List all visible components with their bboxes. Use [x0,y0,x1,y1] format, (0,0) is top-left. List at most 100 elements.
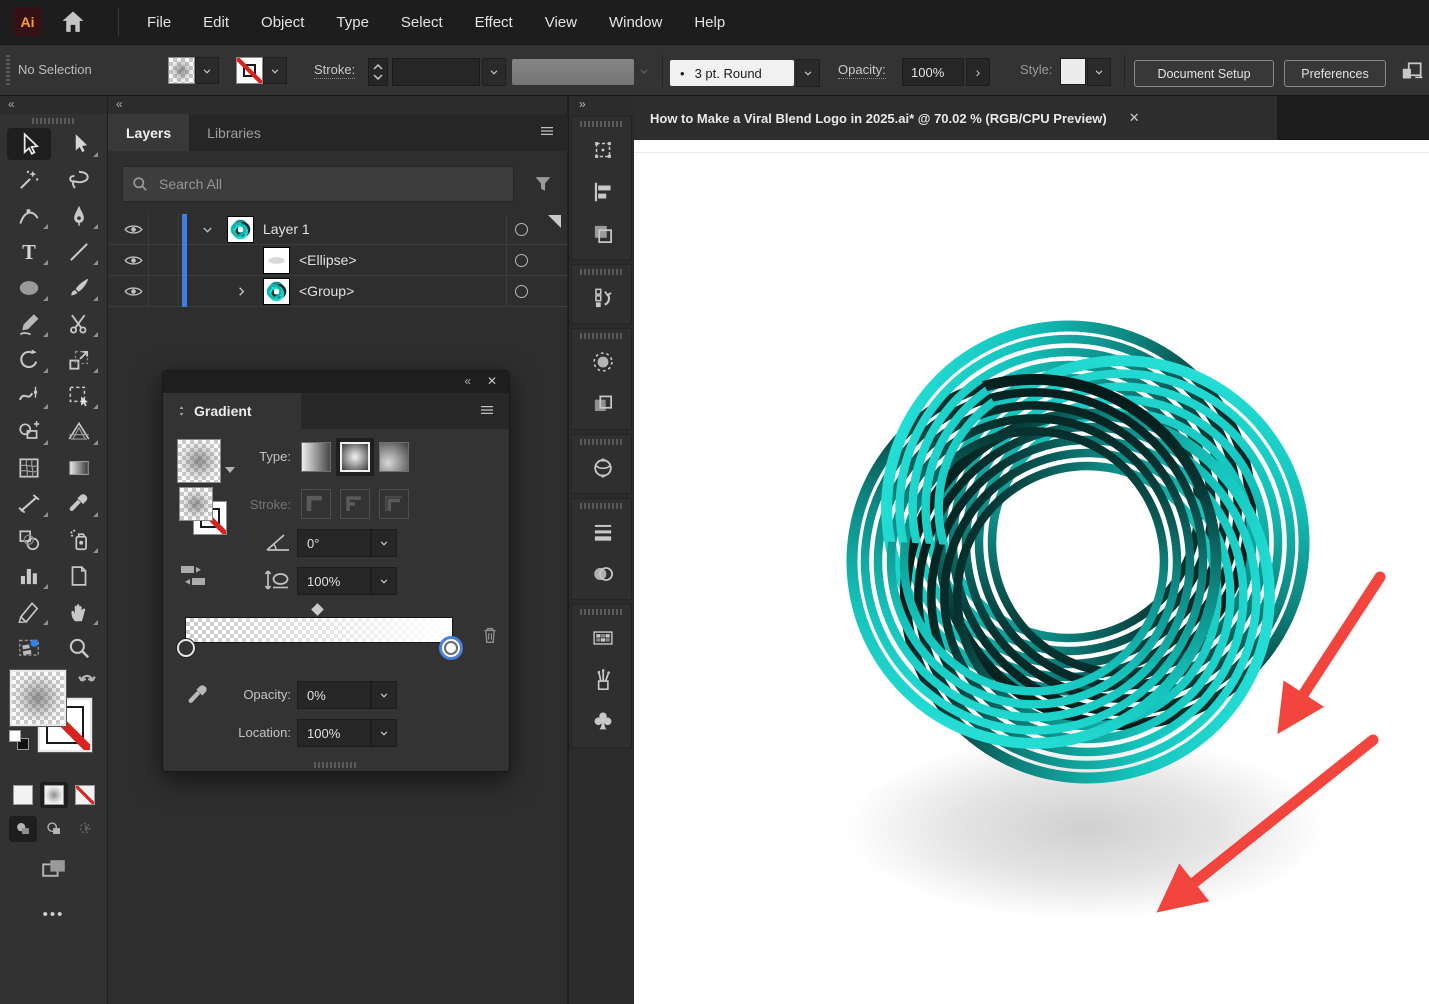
shaper-tool[interactable] [4,306,54,342]
layer-label[interactable]: <Ellipse> [299,252,357,268]
opacity-expand-button[interactable]: › [966,58,990,86]
aspect-chevron-icon[interactable] [371,567,397,595]
fill-swatch[interactable] [168,57,195,84]
edit-toolbar-button[interactable]: ••• [34,906,74,923]
radial-gradient-type-button[interactable] [336,438,374,476]
mesh-tool[interactable] [4,450,54,486]
group-grip[interactable] [579,121,624,127]
print-tiling-tool[interactable] [4,630,54,666]
stroke-weight-field[interactable] [392,58,480,86]
type-tool[interactable]: T [4,234,54,270]
document-tab[interactable]: How to Make a Viral Blend Logo in 2025.a… [634,96,1277,140]
stroke-weight-label[interactable]: Stroke: [314,62,356,79]
ellipse-tool[interactable] [4,270,54,306]
gradient-slider-bar[interactable] [185,617,453,643]
tab-gradient[interactable]: Gradient [163,393,301,429]
rotate-tool[interactable] [4,342,54,378]
eyedropper-tool[interactable] [54,486,104,522]
group-grip[interactable] [579,503,624,509]
menu-view[interactable]: View [529,0,593,44]
layer-thumbnail[interactable] [263,247,290,274]
tab-libraries[interactable]: Libraries [189,114,279,151]
group-grip[interactable] [579,609,624,615]
variable-width-profile-button[interactable]: • 3 pt. Round [670,60,794,86]
gradient-stop-left[interactable] [177,639,195,657]
menu-file[interactable]: File [131,0,187,44]
stroke-weight-chevron-icon[interactable] [482,58,506,86]
opacity-label[interactable]: Opacity: [838,62,886,79]
gradient-resize-grip[interactable] [163,759,509,771]
illustrator-logo-icon[interactable]: Ai [13,7,42,36]
shape-builder-tool[interactable] [4,414,54,450]
menu-select[interactable]: Select [385,0,459,44]
selection-tool[interactable] [4,126,54,162]
fill-dropdown-chevron-icon[interactable] [195,57,219,84]
symbol-sprayer-tool[interactable] [54,522,104,558]
free-transform-tool[interactable] [54,378,104,414]
direct-selection-tool[interactable] [54,126,104,162]
panel-dock-collapse-button[interactable]: « [108,96,567,114]
gradient-angle-field[interactable]: 0° [297,529,371,557]
reverse-gradient-icon[interactable] [179,563,209,589]
angle-chevron-icon[interactable] [371,529,397,557]
stroke-dropdown-chevron-icon[interactable] [263,57,287,84]
right-strip-expand-button[interactable]: » [569,96,634,114]
gradient-swatch-chevron-icon[interactable] [225,467,235,473]
gradient-aspect-field[interactable]: 100% [297,567,371,595]
layer-label[interactable]: <Group> [299,283,354,299]
group-grip[interactable] [579,333,624,339]
gradient-menu-icon[interactable] [477,401,497,419]
layer-row-1[interactable]: Layer 1 [108,214,568,245]
stop-opacity-field[interactable]: 0% [297,681,371,709]
stroke-icon[interactable] [572,511,634,553]
search-input[interactable] [122,166,514,202]
stroke-color-control[interactable] [236,57,287,85]
stop-location-field[interactable]: 100% [297,719,371,747]
brushes-icon[interactable] [572,659,634,701]
filter-icon[interactable] [532,173,554,195]
artboard-canvas[interactable] [634,140,1429,1004]
menu-edit[interactable]: Edit [187,0,245,44]
menu-window[interactable]: Window [593,0,678,44]
gradient-panel-titlebar[interactable]: « ✕ [163,371,509,393]
menu-type[interactable]: Type [320,0,385,44]
document-close-icon[interactable]: ✕ [1129,110,1140,126]
arrange-documents-icon[interactable] [1399,59,1425,85]
none-button[interactable] [71,782,99,808]
stroke-weight-stepper[interactable] [368,58,388,86]
brush-definition-chevron-icon[interactable] [636,63,652,79]
measure-tool[interactable] [4,486,54,522]
layer-thumbnail[interactable] [263,278,290,305]
layer-label[interactable]: Layer 1 [263,221,310,237]
layer-row-3[interactable]: <Group> [108,276,568,307]
gradient-stop-right-selected[interactable] [439,636,463,660]
menu-effect[interactable]: Effect [459,0,529,44]
gradient-collapse-button[interactable]: « [464,374,471,388]
opacity-field[interactable]: 100% [902,58,964,86]
lasso-tool[interactable] [54,162,104,198]
color-button[interactable] [9,782,37,808]
layer-target-circle[interactable] [515,285,528,298]
paintbrush-tool[interactable] [54,270,104,306]
home-icon[interactable] [58,8,88,36]
default-fill-stroke-icon[interactable] [9,730,29,750]
layer-target-circle[interactable] [515,223,528,236]
gradient-fill-proxy[interactable] [179,487,213,521]
draw-behind-button[interactable] [40,816,68,842]
transparency-icon[interactable] [572,553,634,595]
layer-row-2[interactable]: <Ellipse> [108,245,568,276]
style-swatch[interactable] [1060,58,1086,85]
stop-location-chevron-icon[interactable] [371,719,397,747]
document-setup-button[interactable]: Document Setup [1134,60,1274,87]
layer-target-circle[interactable] [515,254,528,267]
panel-menu-icon[interactable] [537,122,557,140]
swatches-icon[interactable] [572,617,634,659]
layer-thumbnail[interactable] [227,216,254,243]
stroke-swatch[interactable] [236,57,263,84]
menu-help[interactable]: Help [678,0,741,44]
artboards-icon[interactable] [572,383,634,425]
fill-color-proxy[interactable] [9,669,67,727]
hand-tool[interactable] [54,594,104,630]
group-grip[interactable] [579,439,624,445]
stop-opacity-chevron-icon[interactable] [371,681,397,709]
